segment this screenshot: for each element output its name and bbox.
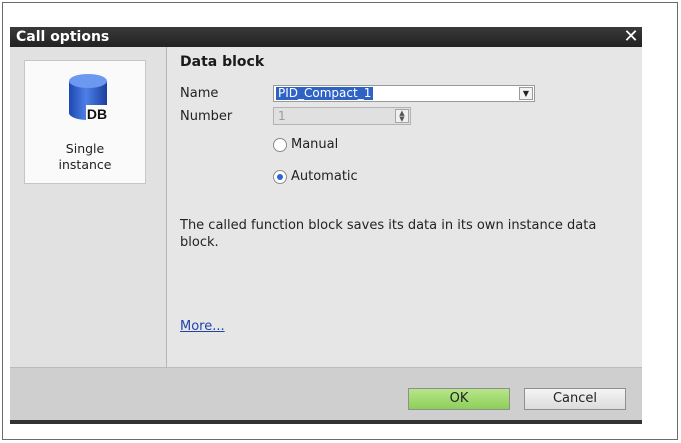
description-text: The called function block saves its data… [180,218,597,250]
data-block-panel: Data block Name PID_Compact_1 ▼ Number 1… [167,47,642,367]
dialog-title-bar: Call options ✕ [10,27,642,47]
dialog-footer: OK Cancel [10,367,642,421]
single-instance-label: Single instance [25,141,145,173]
chevron-down-icon[interactable]: ▼ [519,87,533,100]
call-options-dialog: Call options ✕ DB Single instance Data b… [10,27,642,424]
ok-button[interactable]: OK [408,388,510,410]
bottom-edge [10,420,642,424]
radio-button-manual[interactable] [273,137,287,152]
name-value: PID_Compact_1 [276,86,374,100]
dialog-title: Call options [16,29,110,45]
close-icon[interactable]: ✕ [622,27,640,47]
database-icon: DB [69,74,109,122]
radio-automatic-label: Automatic [291,169,358,184]
name-dropdown[interactable]: PID_Compact_1 ▼ [273,85,535,102]
db-icon-text: DB [87,106,107,122]
single-instance-tile[interactable]: DB Single instance [24,60,146,184]
radio-button-automatic[interactable] [273,169,287,184]
radio-automatic[interactable]: Automatic [273,169,358,184]
number-value: 1 [278,109,286,123]
tile-label-line1: Single [65,141,105,156]
spinner-icon[interactable]: ▲ ▼ [395,109,409,123]
number-field[interactable]: 1 ▲ ▼ [273,107,411,125]
section-title: Data block [180,54,265,70]
number-label: Number [180,109,233,124]
radio-manual[interactable]: Manual [273,137,338,152]
tile-label-line2: instance [58,157,112,172]
cancel-button[interactable]: Cancel [524,388,626,410]
more-link[interactable]: More... [180,319,225,334]
instance-type-panel: DB Single instance [10,47,167,367]
name-label: Name [180,86,219,101]
radio-manual-label: Manual [291,137,339,152]
